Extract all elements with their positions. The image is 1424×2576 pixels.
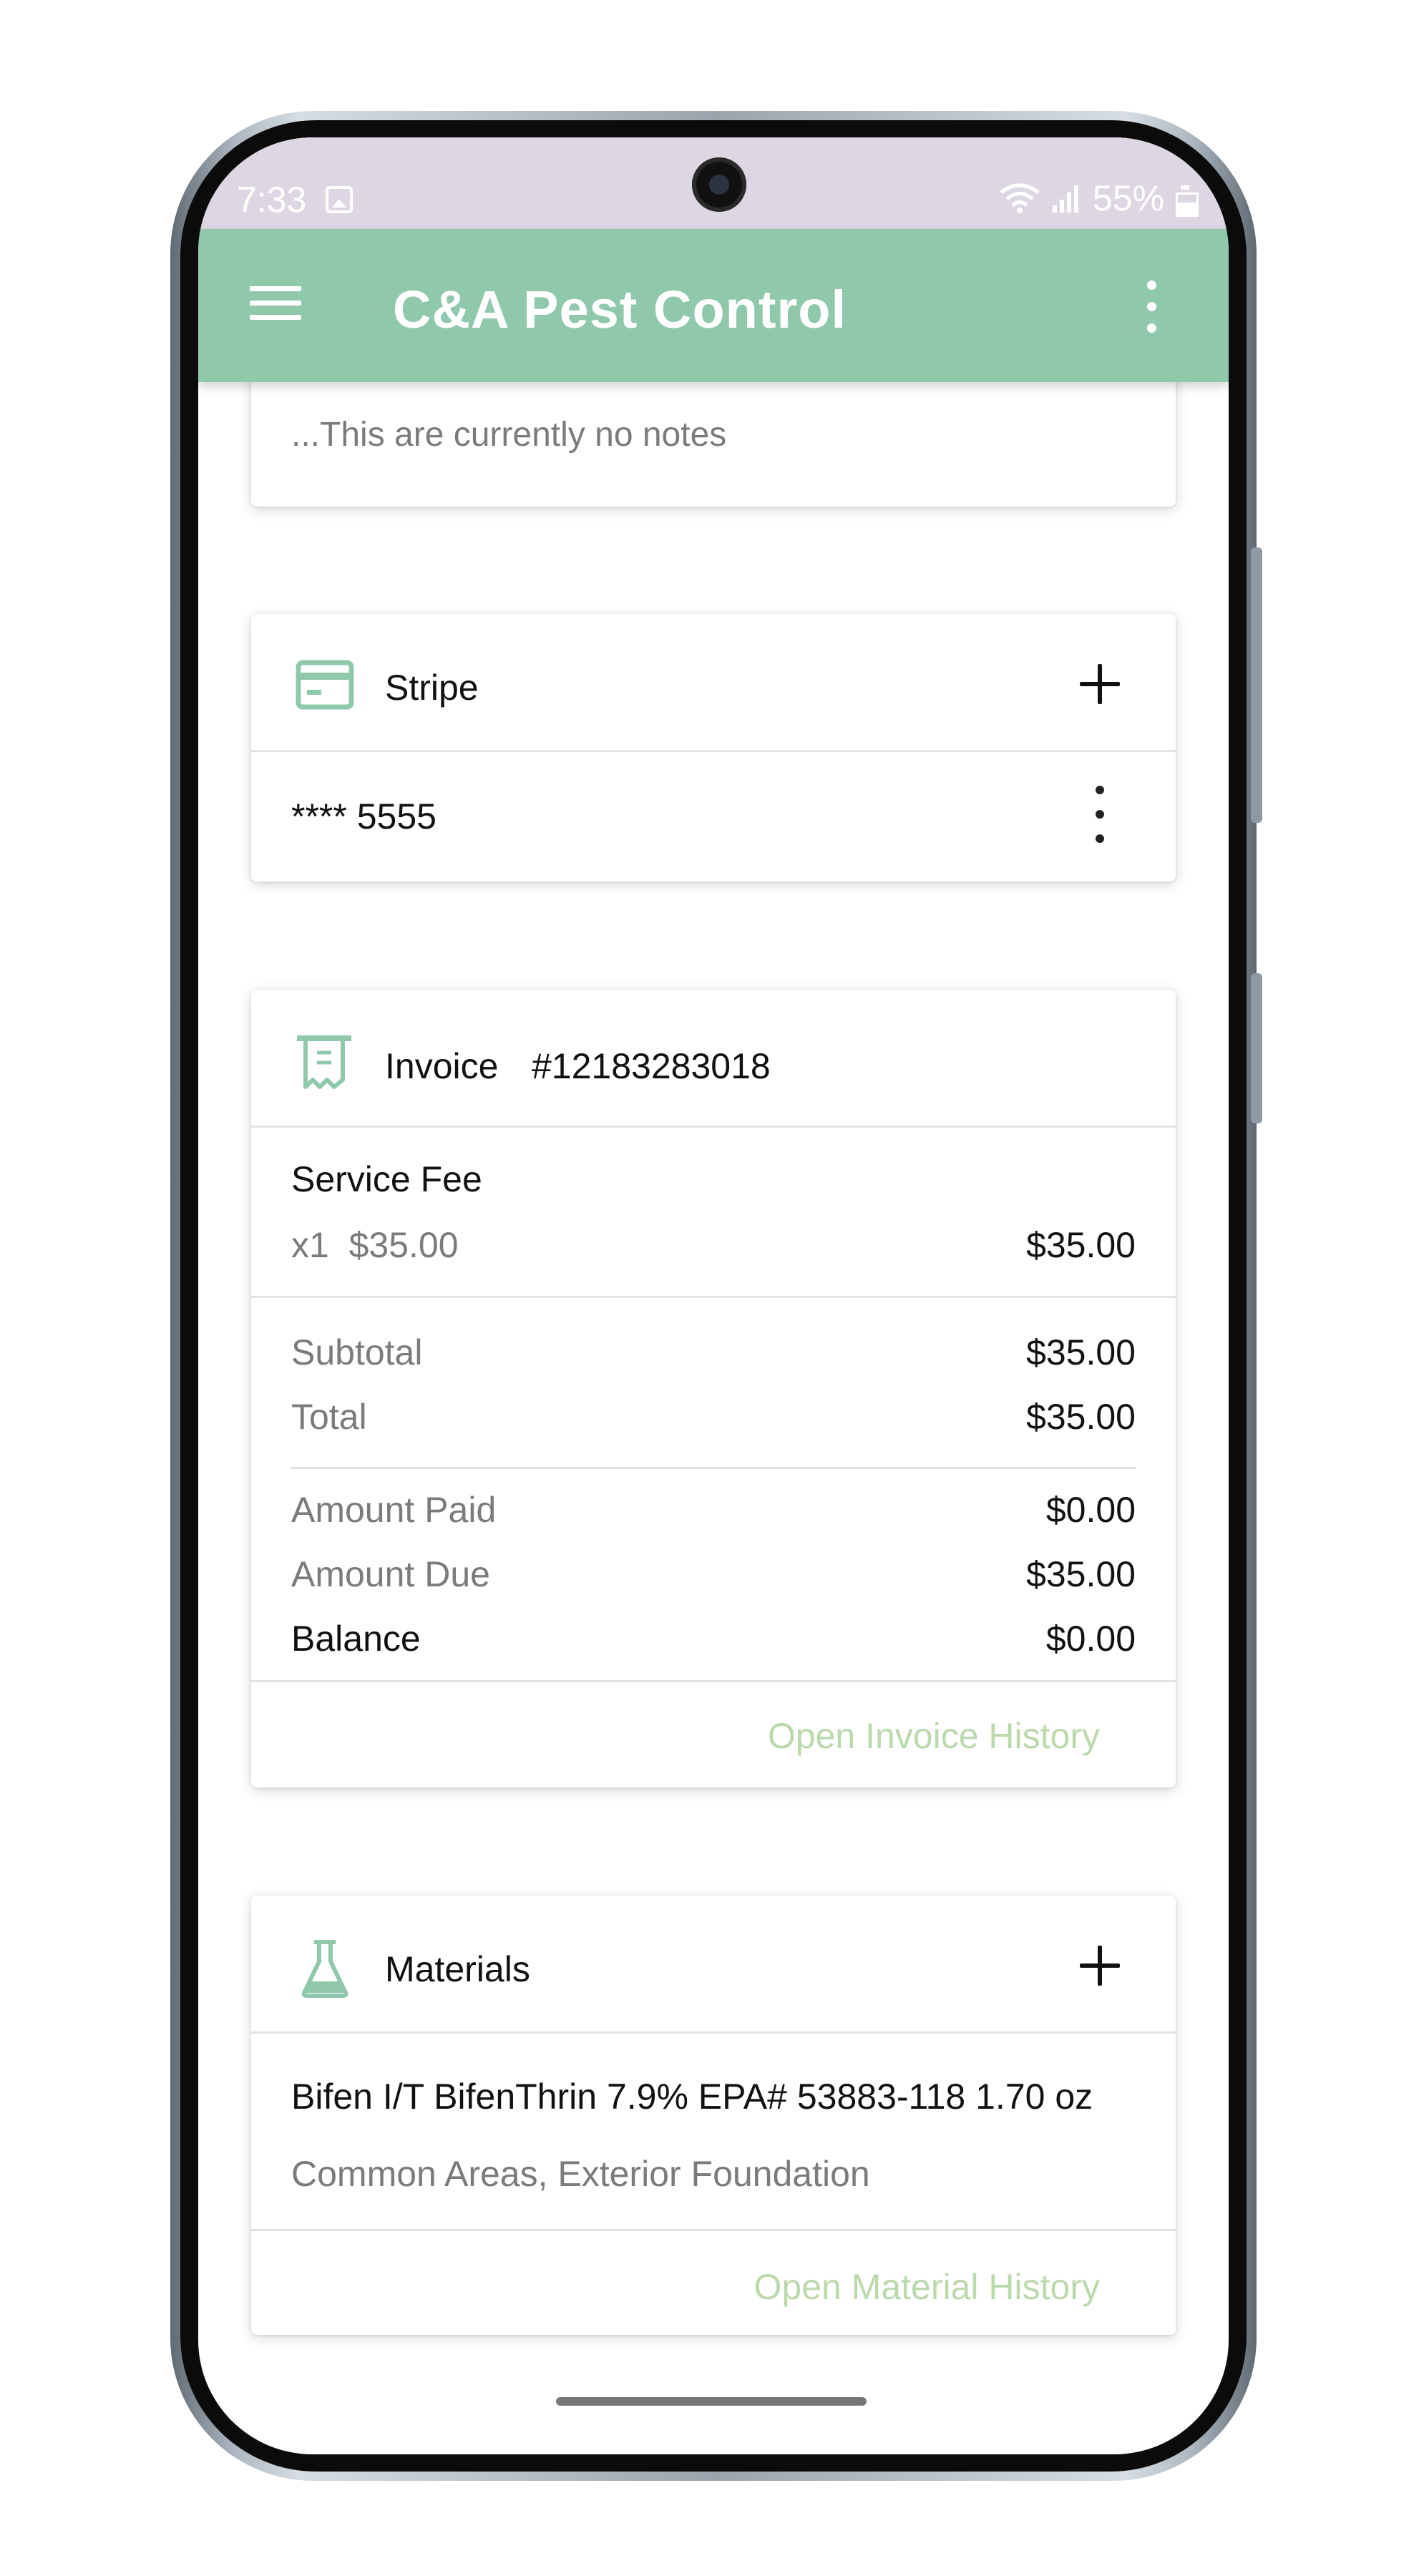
amount-due-value: $35.00 bbox=[1026, 1554, 1136, 1594]
open-material-history-link[interactable]: Open Material History bbox=[754, 2266, 1101, 2308]
material-item-name: Bifen I/T BifenThrin 7.9% EPA# 53883-118… bbox=[291, 2077, 1093, 2117]
open-invoice-history-link[interactable]: Open Invoice History bbox=[768, 1715, 1100, 1757]
line-item-amount: $35.00 bbox=[1026, 1225, 1136, 1265]
card-options-icon[interactable] bbox=[1093, 786, 1107, 843]
materials-card: Materials Bifen I/T BifenThrin 7.9% EPA#… bbox=[251, 1896, 1176, 2335]
line-item-qty-price: x1 $35.00 bbox=[291, 1225, 459, 1265]
amount-due-label: Amount Due bbox=[291, 1554, 490, 1594]
content-scroll[interactable]: ...This are currently no notes Stripe **… bbox=[198, 382, 1229, 2454]
hamburger-menu-icon[interactable] bbox=[250, 286, 301, 321]
divider bbox=[251, 2229, 1176, 2231]
front-camera bbox=[692, 157, 746, 212]
subtotal-label: Subtotal bbox=[291, 1332, 423, 1372]
wifi-icon bbox=[1000, 183, 1040, 213]
invoice-number: #12183283018 bbox=[532, 1046, 771, 1086]
flask-icon bbox=[301, 1940, 348, 1998]
invoice-card: Invoice #12183283018 Service Fee x1 $35.… bbox=[251, 990, 1176, 1787]
divider bbox=[251, 750, 1176, 752]
app-title: C&A Pest Control bbox=[393, 280, 847, 339]
status-bar: 7:33 55% bbox=[198, 137, 1229, 229]
credit-card-icon bbox=[296, 660, 354, 710]
balance-value: $0.00 bbox=[1045, 1619, 1136, 1659]
overflow-menu-icon[interactable] bbox=[1143, 279, 1160, 336]
add-material-icon[interactable] bbox=[1080, 1946, 1120, 1986]
power-button bbox=[1251, 973, 1262, 1123]
volume-button bbox=[1251, 547, 1262, 823]
line-item-name: Service Fee bbox=[291, 1159, 482, 1199]
divider bbox=[291, 1467, 1136, 1469]
battery-icon bbox=[1174, 182, 1199, 217]
card-number: **** 5555 bbox=[291, 796, 437, 836]
app-bar: C&A Pest Control bbox=[198, 229, 1229, 382]
material-item-areas: Common Areas, Exterior Foundation bbox=[291, 2154, 870, 2194]
notes-card: ...This are currently no notes bbox=[251, 382, 1176, 507]
total-value: $35.00 bbox=[1026, 1397, 1136, 1437]
amount-paid-label: Amount Paid bbox=[291, 1490, 497, 1530]
divider bbox=[251, 2031, 1176, 2034]
home-indicator[interactable] bbox=[556, 2397, 867, 2406]
invoice-label: Invoice bbox=[385, 1046, 499, 1086]
phone-screen: 7:33 55% C&A Pest Control ...This are cu… bbox=[198, 137, 1229, 2454]
receipt-icon bbox=[297, 1035, 351, 1089]
signal-icon bbox=[1052, 185, 1078, 213]
amount-paid-value: $0.00 bbox=[1045, 1490, 1136, 1530]
divider bbox=[251, 1680, 1176, 1682]
stripe-card: Stripe **** 5555 bbox=[251, 614, 1176, 882]
balance-label: Balance bbox=[291, 1619, 421, 1659]
divider bbox=[251, 1126, 1176, 1128]
materials-title: Materials bbox=[385, 1949, 530, 1989]
add-payment-icon[interactable] bbox=[1080, 664, 1120, 704]
notes-empty-text: ...This are currently no notes bbox=[291, 416, 727, 454]
image-notification-icon bbox=[326, 186, 353, 213]
stripe-title: Stripe bbox=[385, 668, 479, 708]
status-time: 7:33 bbox=[237, 180, 307, 220]
subtotal-value: $35.00 bbox=[1026, 1332, 1136, 1372]
total-label: Total bbox=[291, 1397, 367, 1437]
divider bbox=[251, 1296, 1176, 1298]
battery-percent: 55% bbox=[1092, 178, 1164, 218]
